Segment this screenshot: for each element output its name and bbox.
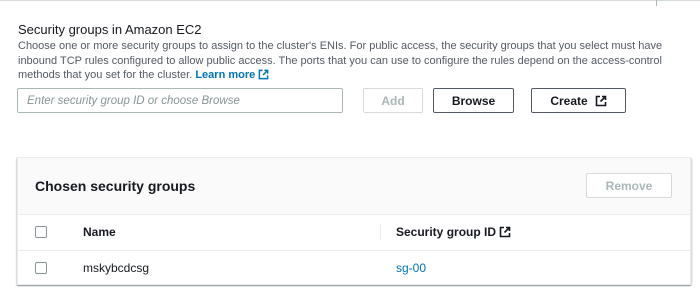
browse-button[interactable]: Browse <box>433 88 514 113</box>
section-title: Security groups in Amazon EC2 <box>18 22 202 37</box>
top-divider <box>0 0 700 4</box>
external-link-icon <box>258 69 269 80</box>
add-button-label: Add <box>381 93 405 108</box>
panel-title: Chosen security groups <box>35 178 196 194</box>
browse-button-label: Browse <box>451 93 496 108</box>
chosen-security-groups-panel: Chosen security groups Remove Name Secur… <box>17 157 691 285</box>
table-row: mskybcdcsg sg-00 <box>18 251 690 286</box>
column-divider <box>380 224 381 240</box>
security-group-input[interactable] <box>17 88 343 113</box>
learn-more-link[interactable]: Learn more <box>195 69 269 81</box>
create-button[interactable]: Create <box>531 88 626 113</box>
section-description: Choose one or more security groups to as… <box>18 39 690 83</box>
remove-button[interactable]: Remove <box>586 173 672 198</box>
row-security-group-id-link[interactable]: sg-00 <box>396 261 426 275</box>
panel-header: Chosen security groups Remove <box>18 158 690 215</box>
remove-button-label: Remove <box>605 178 653 193</box>
column-header-name: Name <box>83 225 116 239</box>
learn-more-label: Learn more <box>195 69 256 81</box>
create-button-label: Create <box>550 93 588 108</box>
row-checkbox[interactable] <box>35 262 47 274</box>
table-header-row: Name Security group ID <box>18 215 690 251</box>
add-button[interactable]: Add <box>363 88 423 113</box>
column-header-security-group-id-label: Security group ID <box>396 225 497 239</box>
top-divider-tick <box>656 0 657 6</box>
select-all-checkbox[interactable] <box>35 226 47 238</box>
row-name: mskybcdcsg <box>83 261 150 275</box>
external-link-icon <box>499 226 511 238</box>
description-text: Choose one or more security groups to as… <box>18 40 663 81</box>
external-link-icon <box>595 95 606 106</box>
column-header-security-group-id[interactable]: Security group ID <box>396 225 511 239</box>
panel-edge <box>692 160 693 282</box>
